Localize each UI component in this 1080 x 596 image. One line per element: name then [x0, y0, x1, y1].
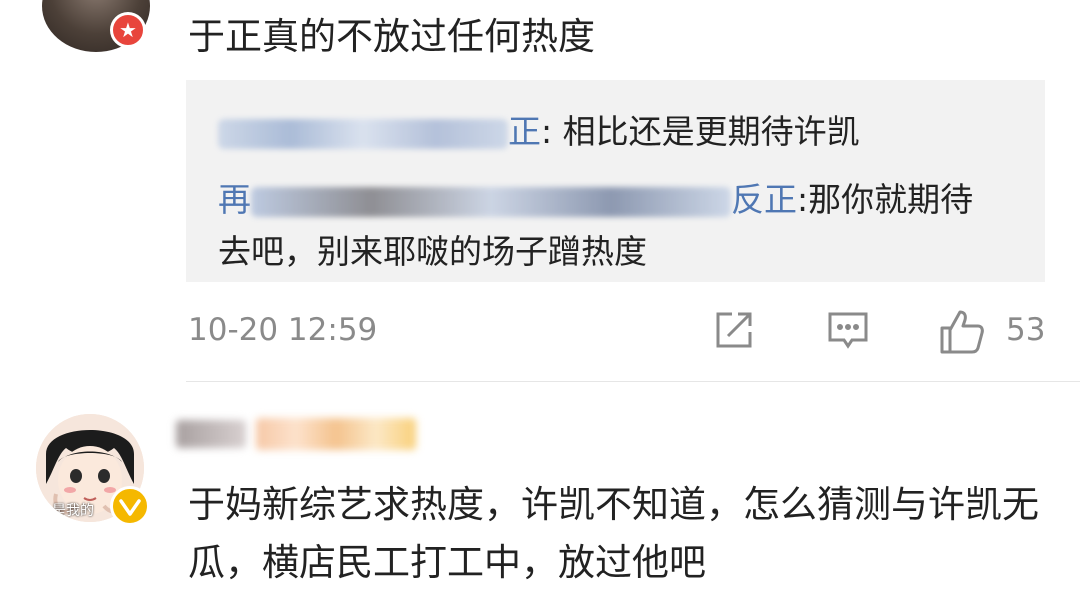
reply-username[interactable]: 正 — [508, 112, 541, 151]
comment-text: 于妈新综艺求热度，许凯不知道，怎么猜测与许凯无瓜，横店民工打工中，放过他吧 — [188, 483, 1039, 584]
reply-username[interactable]: 反正 — [731, 180, 797, 219]
reply-text-continued: 去吧，别来耶啵的场子蹭热度 — [218, 232, 647, 271]
like-count: 53 — [1006, 312, 1046, 348]
verified-badge-icon: ★ — [110, 12, 146, 48]
blurred-username — [218, 118, 508, 149]
blurred-username — [251, 186, 731, 217]
comment-text: 于正真的不放过任何热度 — [188, 15, 595, 58]
reply-item[interactable]: 正: 相比还是更期待许凯 — [218, 110, 860, 154]
avatar-caption: 是我的 — [52, 503, 94, 519]
reply-username[interactable]: 再 — [218, 180, 251, 219]
reply-thread[interactable]: 正: 相比还是更期待许凯 再 反正:那你就期待 去吧，别来耶啵的场子蹭热度 — [186, 80, 1045, 282]
comment-icon[interactable] — [826, 308, 870, 356]
reply-item[interactable]: 再 反正:那你就期待 — [218, 178, 973, 222]
reply-text: : 相比还是更期待许凯 — [541, 112, 860, 151]
reply-text: :那你就期待 — [797, 180, 974, 219]
like-icon[interactable] — [938, 308, 986, 360]
share-icon[interactable] — [712, 308, 756, 356]
divider — [186, 381, 1080, 382]
username[interactable] — [176, 410, 426, 454]
verified-badge-icon — [110, 486, 150, 526]
timestamp: 10-20 12:59 — [188, 312, 378, 348]
